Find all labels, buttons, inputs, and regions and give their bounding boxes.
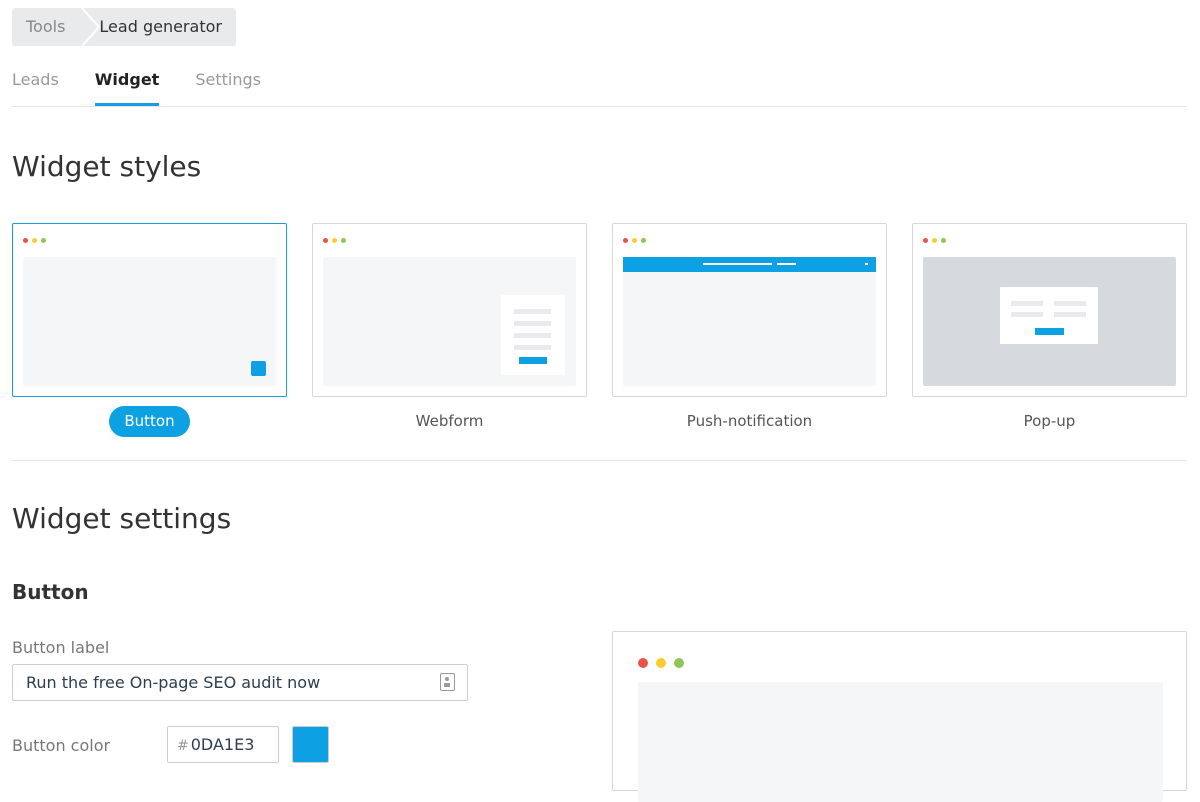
- tab-widget[interactable]: Widget: [94, 62, 159, 106]
- tab-settings[interactable]: Settings: [195, 62, 261, 106]
- widget-preview: [612, 631, 1187, 802]
- breadcrumb: Tools Lead generator: [12, 8, 236, 46]
- style-label-popup[interactable]: Pop-up: [1009, 406, 1091, 437]
- preview-screen: [323, 257, 576, 386]
- floating-button-icon: [251, 361, 266, 376]
- preview-screen: [23, 257, 276, 386]
- window-dots-icon: [23, 238, 46, 243]
- style-option-push: Push-notification: [612, 223, 887, 437]
- style-option-popup: Pop-up: [912, 223, 1187, 437]
- widget-settings-title: Widget settings: [12, 502, 232, 535]
- style-card-popup[interactable]: [912, 223, 1187, 397]
- button-label-input[interactable]: Run the free On-page SEO audit now: [12, 664, 468, 701]
- button-label-label: Button label: [12, 638, 110, 657]
- preview-screen: [923, 257, 1176, 386]
- breadcrumb-lead-generator: Lead generator: [99, 17, 222, 36]
- style-option-button: Button: [12, 223, 287, 437]
- popup-icon: [1000, 287, 1098, 344]
- tab-bar: Leads Widget Settings: [12, 62, 1187, 107]
- tab-leads[interactable]: Leads: [12, 62, 59, 106]
- button-color-value: 0DA1E3: [190, 735, 255, 754]
- window-dots-icon: [323, 238, 346, 243]
- style-card-button[interactable]: [12, 223, 287, 397]
- notification-bar-icon: [623, 257, 876, 272]
- contact-card-icon[interactable]: [440, 673, 455, 691]
- hash-prefix: #: [177, 738, 189, 754]
- preview-screen: [623, 257, 876, 386]
- button-color-input[interactable]: #0DA1E3: [167, 726, 279, 763]
- preview-screen: [638, 682, 1163, 802]
- webform-icon: [501, 295, 565, 375]
- widget-styles-title: Widget styles: [12, 150, 202, 183]
- window-dots-icon: [638, 658, 684, 668]
- breadcrumb-tools[interactable]: Tools: [12, 8, 83, 46]
- button-color-label: Button color: [12, 736, 111, 755]
- style-option-webform: Webform: [312, 223, 587, 437]
- color-swatch[interactable]: [292, 726, 329, 763]
- style-label-push-notification[interactable]: Push-notification: [672, 406, 827, 437]
- style-label-button[interactable]: Button: [109, 406, 190, 437]
- style-card-webform[interactable]: [312, 223, 587, 397]
- style-card-push-notification[interactable]: [612, 223, 887, 397]
- button-section-title: Button: [12, 580, 89, 604]
- style-label-webform[interactable]: Webform: [401, 406, 499, 437]
- window-dots-icon: [923, 238, 946, 243]
- section-divider: [12, 460, 1187, 461]
- widget-style-options: Button Webform Push-notification Pop-up: [12, 223, 1187, 437]
- window-dots-icon: [623, 238, 646, 243]
